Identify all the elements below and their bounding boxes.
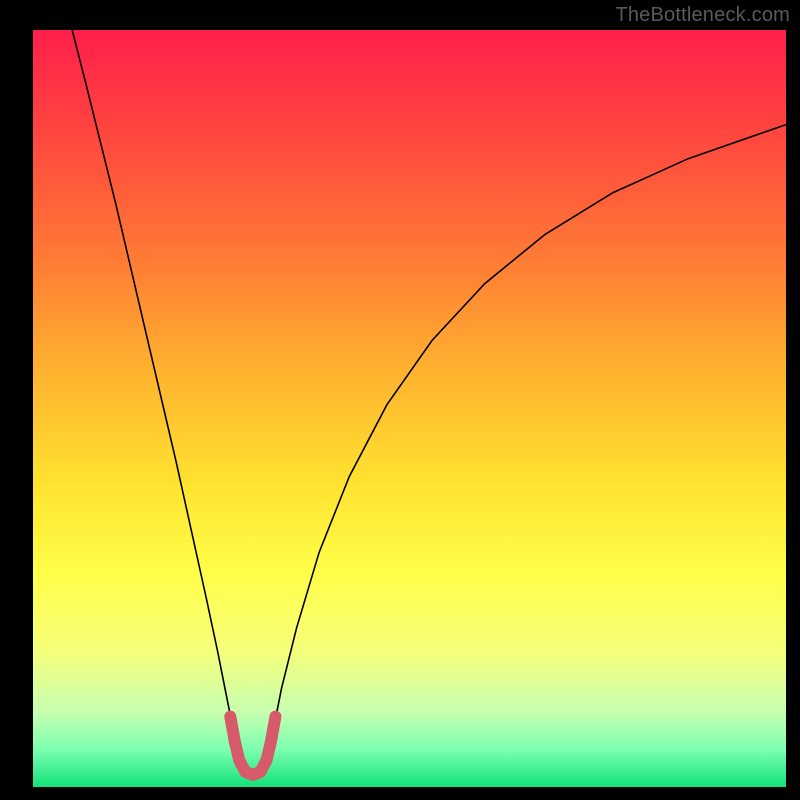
chart-stage: TheBottleneck.com <box>0 0 800 800</box>
watermark-label: TheBottleneck.com <box>615 4 790 27</box>
gradient-background <box>33 30 786 787</box>
chart-svg <box>0 0 800 800</box>
